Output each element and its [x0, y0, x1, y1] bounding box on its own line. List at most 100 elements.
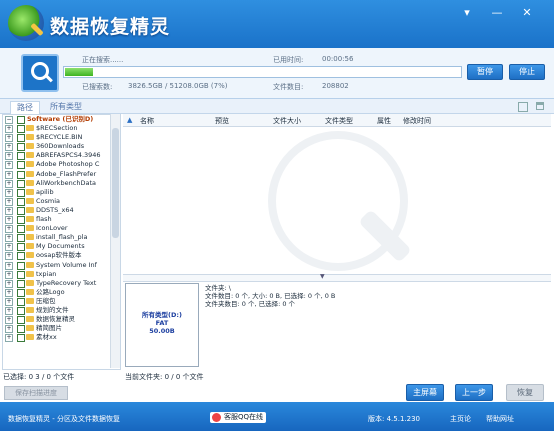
checkbox[interactable]	[17, 225, 25, 234]
tree-item[interactable]: + Adobe_FlashPrefer	[3, 170, 120, 179]
tree-item[interactable]: + System Volume Inf	[3, 261, 120, 270]
collapse-icon[interactable]: −	[5, 116, 13, 124]
tree-item[interactable]: + TypeRecovery Text	[3, 279, 120, 288]
checkbox[interactable]	[17, 270, 25, 279]
expand-icon[interactable]: +	[5, 234, 13, 243]
expand-icon[interactable]: +	[5, 297, 13, 306]
tree-scrollbar-thumb[interactable]	[112, 128, 119, 238]
tree-item[interactable]: + Adobe Photoshop C	[3, 160, 120, 170]
expand-icon[interactable]: +	[5, 270, 13, 279]
checkbox[interactable]	[17, 206, 25, 215]
expand-icon[interactable]: +	[5, 279, 13, 288]
checkbox[interactable]	[17, 161, 25, 170]
minimize-icon[interactable]: —	[490, 6, 504, 20]
expand-icon[interactable]: +	[5, 170, 13, 179]
expand-icon[interactable]: +	[5, 243, 13, 252]
tree-item[interactable]: + Cosmia	[3, 197, 120, 206]
home-button[interactable]: 主屏幕	[406, 384, 444, 401]
expand-icon[interactable]: +	[5, 179, 13, 188]
expand-icon[interactable]: +	[5, 261, 13, 270]
expand-icon[interactable]: +	[5, 143, 13, 152]
close-icon[interactable]: ✕	[520, 6, 534, 20]
checkbox[interactable]	[17, 234, 25, 243]
checkbox[interactable]	[17, 134, 25, 143]
column-preview[interactable]: 预览	[215, 116, 229, 126]
expand-icon[interactable]: +	[5, 125, 13, 134]
expand-icon[interactable]: +	[5, 225, 13, 234]
tree-item[interactable]: + AliWorkbenchData	[3, 179, 120, 188]
column-name[interactable]: 名称	[140, 116, 154, 126]
tree-item[interactable]: + flash	[3, 215, 120, 225]
checkbox[interactable]	[17, 125, 25, 134]
expand-icon[interactable]: +	[5, 325, 13, 334]
checkbox[interactable]	[17, 261, 25, 270]
checkbox[interactable]	[17, 216, 25, 225]
checkbox[interactable]	[17, 116, 25, 124]
checkbox[interactable]	[17, 297, 25, 306]
expand-icon[interactable]: +	[5, 134, 13, 143]
tree-item[interactable]: + apilib	[3, 188, 120, 197]
tree-item[interactable]: + $RECYCLE.BIN	[3, 133, 120, 143]
checkbox[interactable]	[17, 316, 25, 325]
checkbox[interactable]	[17, 179, 25, 188]
checkbox[interactable]	[17, 188, 25, 197]
save-scan-button[interactable]: 保存扫描进度	[4, 386, 68, 400]
checkbox[interactable]	[17, 325, 25, 334]
checkbox[interactable]	[17, 306, 25, 315]
tree-item[interactable]: + $RECSection	[3, 124, 120, 134]
tree-item[interactable]: + ABREFASPCS4.3946	[3, 151, 120, 161]
tree-item[interactable]: + 规划的文件	[3, 306, 120, 315]
expand-icon[interactable]: +	[5, 206, 13, 215]
checkbox[interactable]	[17, 334, 25, 343]
tree-item[interactable]: +360Downloads	[3, 142, 120, 152]
tree-item-root[interactable]: − Software (已识别D)	[3, 115, 120, 124]
tree-item[interactable]: + 公路Logo	[3, 288, 120, 297]
checkbox[interactable]	[17, 143, 25, 152]
list-view-icon[interactable]	[536, 102, 544, 110]
tab-all-types[interactable]: 所有类型	[44, 101, 88, 113]
tree-item[interactable]: + 精简图片	[3, 324, 120, 334]
expand-icon[interactable]: +	[5, 152, 13, 161]
checkbox[interactable]	[17, 152, 25, 161]
expand-icon[interactable]: +	[5, 306, 13, 315]
homepage-link[interactable]: 主页论	[450, 414, 471, 424]
expand-icon[interactable]: +	[5, 252, 13, 261]
expand-icon[interactable]: +	[5, 197, 13, 206]
expand-icon[interactable]: +	[5, 188, 13, 197]
grid-view-icon[interactable]	[518, 102, 528, 112]
previous-button[interactable]: 上一步	[455, 384, 493, 401]
help-link[interactable]: 帮助网址	[486, 414, 514, 424]
expand-icon[interactable]: +	[5, 334, 13, 343]
checkbox[interactable]	[17, 252, 25, 261]
column-type[interactable]: 文件类型	[325, 116, 353, 126]
tree-item[interactable]: + install_flash_pla	[3, 233, 120, 243]
checkbox[interactable]	[17, 279, 25, 288]
stop-button[interactable]: 停止	[509, 64, 545, 80]
sort-up-icon[interactable]: ▲	[127, 116, 132, 124]
column-size[interactable]: 文件大小	[273, 116, 301, 126]
recover-button[interactable]: 恢复	[506, 384, 544, 401]
tree-item[interactable]: + IconLover	[3, 224, 120, 234]
checkbox[interactable]	[17, 170, 25, 179]
column-attribute[interactable]: 属性	[377, 116, 391, 126]
checkbox[interactable]	[17, 243, 25, 252]
tree-item[interactable]: + txpian	[3, 270, 120, 279]
chevron-down-icon[interactable]: ▼	[320, 273, 325, 280]
expand-icon[interactable]: +	[5, 288, 13, 297]
tree-item[interactable]: + oosap软件版本	[3, 251, 120, 261]
checkbox[interactable]	[17, 197, 25, 206]
tree-item[interactable]: + 数据恢复精灵	[3, 315, 120, 325]
pause-button[interactable]: 暂停	[467, 64, 503, 80]
expand-icon[interactable]: +	[5, 216, 13, 225]
splitter-handle[interactable]: ▼	[123, 273, 551, 282]
qq-support-button[interactable]: 客服QQ在线	[210, 412, 267, 423]
tree-scrollbar[interactable]	[110, 114, 120, 368]
expand-icon[interactable]: +	[5, 316, 13, 325]
tab-path[interactable]: 路径	[10, 101, 40, 114]
expand-icon[interactable]: +	[5, 161, 13, 170]
tree-item[interactable]: + DDSTS_x64	[3, 206, 120, 215]
column-modified[interactable]: 修改时间	[403, 116, 431, 126]
checkbox[interactable]	[17, 288, 25, 297]
tree-item[interactable]: + 压缩包	[3, 297, 120, 306]
tree-item[interactable]: + 素材xx	[3, 333, 120, 343]
